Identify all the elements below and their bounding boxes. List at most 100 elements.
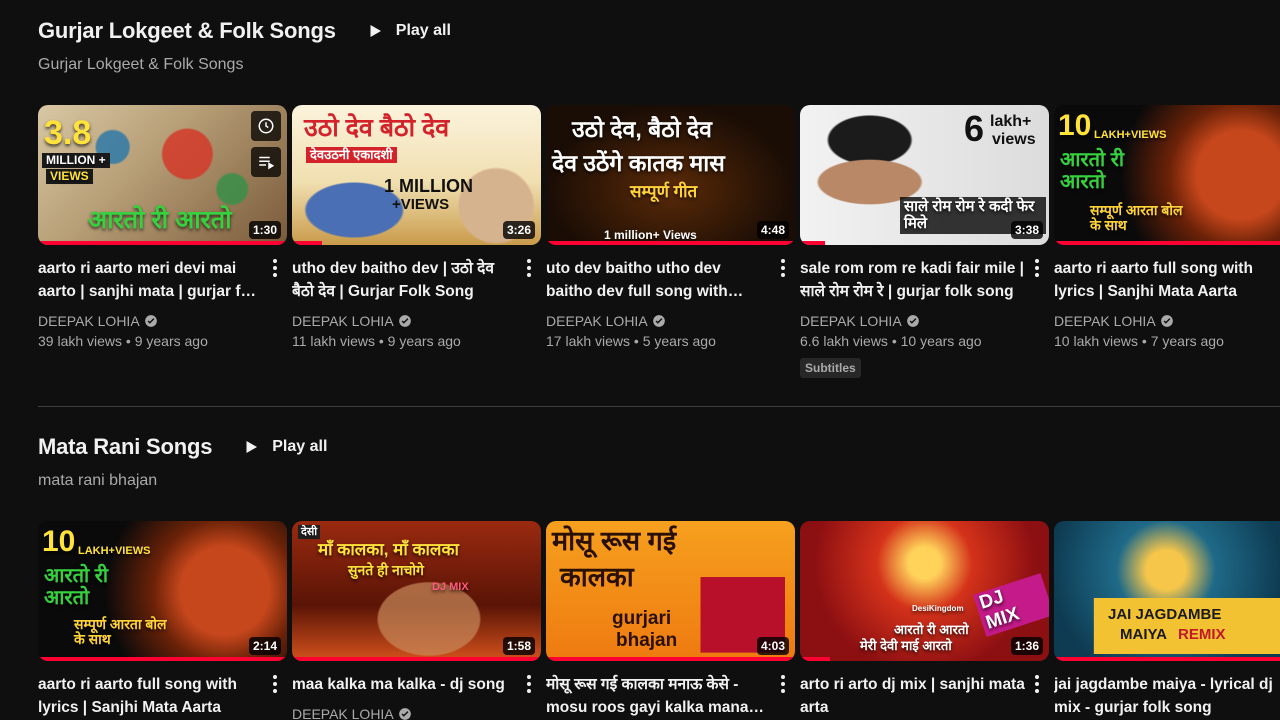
video-thumbnail[interactable]: उठो देव, बैठो देव देव उठेंगे कातक मास सम… (546, 105, 795, 245)
more-vert-icon[interactable] (1029, 675, 1045, 695)
shelf-title[interactable]: Gurjar Lokgeet & Folk Songs (38, 18, 336, 44)
shelf-mata-rani: Mata Rani Songs Play all mata rani bhaja… (38, 432, 1280, 720)
thumbnail-text: आरतो री आरतो (88, 206, 232, 234)
video-thumbnail[interactable]: उठो देव बैठो देव देवउठनी एकादशी 1 MILLIO… (292, 105, 541, 245)
verified-icon (906, 315, 919, 327)
verified-icon (652, 315, 665, 327)
thumbnail-text: DJ MIX (432, 581, 469, 593)
video-stats: 39 lakh views • 9 years ago (38, 333, 208, 349)
video-title[interactable]: jai jagdambe maiya - lyrical dj mix - gu… (1054, 673, 1280, 719)
play-all-button[interactable]: Play all (366, 22, 451, 40)
video-meta: aarto ri aarto meri devi mai aarto | san… (38, 245, 287, 351)
thumbnail-text: REMIX (1178, 626, 1226, 643)
video-title[interactable]: मोसू रूस गई कालका मनाऊ केसे - mosu roos … (546, 673, 771, 719)
duration-badge: 1:36 (1010, 637, 1043, 655)
duration-badge: 1:58 (502, 637, 535, 655)
thumbnail-text: 10 (1058, 109, 1092, 142)
thumbnail-text: सम्पूर्ण आरता बोल के साथ (1090, 202, 1183, 234)
verified-icon (1160, 315, 1173, 327)
video-thumbnail[interactable]: JAI JAGDAMBE MAIYA REMIX (1054, 521, 1280, 661)
video-meta: sale rom rom re kadi fair mile | साले रो… (800, 245, 1049, 378)
video-card[interactable]: DJ MIX आरतो री आरतो मेरी देवी माई आरतो D… (800, 521, 1049, 720)
video-title[interactable]: uto dev baitho utho dev baitho dev full … (546, 257, 771, 303)
thumbnail-text: सम्पूर्ण आरता बोल के साथ (74, 616, 167, 648)
duration-badge: 2:14 (248, 637, 281, 655)
video-card[interactable]: उठो देव, बैठो देव देव उठेंगे कातक मास सम… (546, 105, 795, 378)
video-thumbnail[interactable]: 3.8 MILLION + VIEWS आरतो री आरतो 1:30 (38, 105, 287, 245)
video-card[interactable]: 10 LAKH+VIEWS आरतो री आरतो सम्पूर्ण आरता… (38, 521, 287, 720)
channel-name[interactable]: DEEPAK LOHIA (546, 312, 771, 330)
clock-icon[interactable] (251, 111, 281, 141)
play-all-button[interactable]: Play all (242, 438, 327, 456)
thumbnail-text: 6 (964, 108, 985, 149)
more-vert-icon[interactable] (1029, 259, 1045, 279)
channel-name[interactable]: DEEPAK LOHIA (1054, 312, 1279, 330)
shelf-divider (38, 406, 1280, 407)
thumbnail-text: मोसू रूस गई (552, 526, 677, 556)
thumbnail-text: lakh+ (990, 113, 1032, 130)
shelf-title[interactable]: Mata Rani Songs (38, 434, 212, 460)
more-vert-icon[interactable] (775, 259, 791, 279)
duration-badge: 3:38 (1010, 221, 1043, 239)
channel-name[interactable]: DEEPAK LOHIA (800, 312, 1025, 330)
thumbnail-text: JAI JAGDAMBE (1108, 606, 1222, 623)
video-thumbnail[interactable]: 6 lakh+ views साले रोम रोम रे कदी फेर मि… (800, 105, 1049, 245)
duration-badge: 4:48 (756, 221, 789, 239)
channel-name[interactable]: DEEPAK LOHIA (292, 705, 517, 720)
add-to-queue-icon[interactable] (251, 147, 281, 177)
video-card[interactable]: उठो देव बैठो देव देवउठनी एकादशी 1 MILLIO… (292, 105, 541, 378)
video-title[interactable]: aarto ri aarto meri devi mai aarto | san… (38, 257, 263, 303)
video-card[interactable]: 3.8 MILLION + VIEWS आरतो री आरतो 1:30 aa… (38, 105, 287, 378)
video-thumbnail[interactable]: 10 LAKH+VIEWS आरतो री आरतो सम्पूर्ण आरता… (1054, 105, 1280, 245)
video-meta: aarto ri aarto full song with lyrics | S… (1054, 245, 1280, 351)
duration-badge: 3:26 (502, 221, 535, 239)
shelf-subtitle: Gurjar Lokgeet & Folk Songs (38, 56, 244, 73)
video-title[interactable]: arto ri arto dj mix | sanjhi mata arta (800, 673, 1025, 719)
thumbnail-text: MILLION + (42, 153, 110, 169)
video-thumbnail[interactable]: मोसू रूस गई कालका gurjari bhajan 4:03 (546, 521, 795, 661)
more-vert-icon[interactable] (267, 259, 283, 279)
more-vert-icon[interactable] (521, 259, 537, 279)
play-all-label: Play all (395, 22, 451, 39)
thumbnail-text: views (992, 131, 1036, 148)
thumbnail-text: +VIEWS (392, 196, 450, 213)
channel-name[interactable]: DEEPAK LOHIA (292, 312, 517, 330)
video-title[interactable]: utho dev baitho dev | उठो देव बैठो देव |… (292, 257, 517, 303)
channel-label: DEEPAK LOHIA (292, 313, 394, 329)
more-vert-icon[interactable] (775, 675, 791, 695)
video-title[interactable]: aarto ri aarto full song with lyrics | S… (38, 673, 263, 719)
channel-name[interactable]: DEEPAK LOHIA (38, 312, 263, 330)
thumbnail-text: उठो देव बैठो देव (304, 114, 450, 142)
verified-icon (144, 315, 157, 327)
video-card[interactable]: देसी माँ कालका, माँ कालका सुनते ही नाचोग… (292, 521, 541, 720)
thumbnail-text: आरतो री आरतो (894, 622, 969, 637)
video-title[interactable]: maa kalka ma kalka - dj song (292, 673, 517, 696)
thumbnail-text: देवउठनी एकादशी (306, 147, 397, 164)
thumbnail-text: MAIYA (1120, 626, 1167, 643)
video-stats: 11 lakh views • 9 years ago (292, 333, 461, 349)
video-stats: 17 lakh views • 5 years ago (546, 333, 716, 349)
more-vert-icon[interactable] (521, 675, 537, 695)
shelf-gurjar-lokgeet: Gurjar Lokgeet & Folk Songs Play all Gur… (38, 16, 1280, 378)
video-card[interactable]: मोसू रूस गई कालका gurjari bhajan 4:03 मो… (546, 521, 795, 720)
channel-label: DEEPAK LOHIA (292, 706, 394, 720)
more-vert-icon[interactable] (267, 675, 283, 695)
video-meta: utho dev baitho dev | उठो देव बैठो देव |… (292, 245, 541, 351)
video-thumbnail[interactable]: देसी माँ कालका, माँ कालका सुनते ही नाचोग… (292, 521, 541, 661)
video-title[interactable]: sale rom rom re kadi fair mile | साले रो… (800, 257, 1025, 303)
duration-badge: 4:03 (756, 637, 789, 655)
video-stats: 10 lakh views • 7 years ago (1054, 333, 1224, 349)
video-thumbnail[interactable]: DJ MIX आरतो री आरतो मेरी देवी माई आरतो D… (800, 521, 1049, 661)
video-card[interactable]: JAI JAGDAMBE MAIYA REMIX jai jagdambe ma… (1054, 521, 1280, 720)
video-title[interactable]: aarto ri aarto full song with lyrics | S… (1054, 257, 1279, 303)
channel-label: DEEPAK LOHIA (38, 313, 140, 329)
thumbnail-text: कालका (560, 562, 634, 592)
video-card[interactable]: 6 lakh+ views साले रोम रोम रे कदी फेर मि… (800, 105, 1049, 378)
video-card[interactable]: 10 LAKH+VIEWS आरतो री आरतो सम्पूर्ण आरता… (1054, 105, 1280, 378)
thumbnail-text: DesiKingdom (912, 604, 964, 613)
video-meta: maa kalka ma kalka - dj song DEEPAK LOHI… (292, 661, 541, 720)
video-meta: jai jagdambe maiya - lyrical dj mix - gu… (1054, 661, 1280, 719)
subtitles-badge: Subtitles (800, 358, 861, 378)
video-thumbnail[interactable]: 10 LAKH+VIEWS आरतो री आरतो सम्पूर्ण आरता… (38, 521, 287, 661)
thumbnail-text: मेरी देवी माई आरतो (860, 638, 952, 653)
